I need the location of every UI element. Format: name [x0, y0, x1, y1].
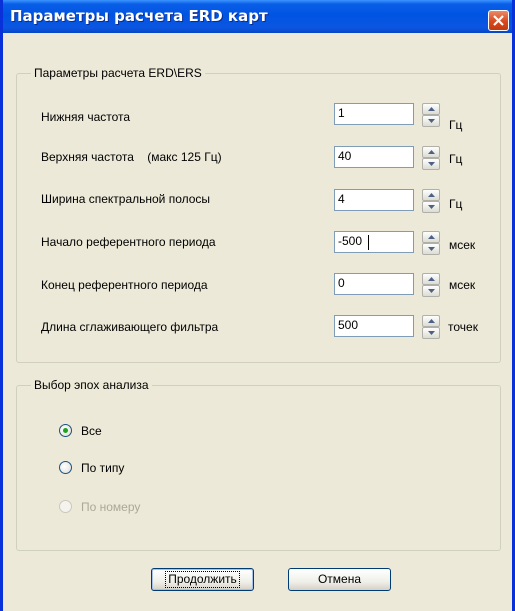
arrow-up-icon: [428, 235, 435, 239]
arrow-down-icon: [428, 162, 435, 166]
arrow-down-icon: [428, 119, 435, 123]
radio-all[interactable]: [59, 424, 72, 437]
filter-length-down-button[interactable]: [422, 327, 440, 339]
window-title: Параметры расчета ERD карт: [10, 7, 268, 25]
close-icon: [493, 15, 504, 26]
epoch-group-legend: Выбор эпох анализа: [31, 378, 152, 392]
ref-end-input[interactable]: 0: [334, 273, 414, 295]
dialog-window: Параметры расчета ERD карт Параметры рас…: [0, 0, 515, 611]
filter-length-input[interactable]: 500: [334, 315, 414, 337]
arrow-up-icon: [428, 319, 435, 323]
ref-end-spinner[interactable]: [422, 273, 440, 297]
bandwidth-up-button[interactable]: [422, 189, 440, 201]
arrow-up-icon: [428, 150, 435, 154]
radio-by-number-label: По номеру: [81, 500, 141, 514]
ref-start-spinner[interactable]: [422, 231, 440, 255]
filter-length-unit: точек: [448, 320, 478, 334]
ref-start-down-button[interactable]: [422, 243, 440, 255]
high-freq-unit: Гц: [449, 152, 463, 166]
high-freq-spinner[interactable]: [422, 146, 440, 170]
ref-end-label: Конец референтного периода: [41, 278, 208, 292]
continue-button[interactable]: Продолжить: [151, 568, 254, 591]
ref-start-up-button[interactable]: [422, 231, 440, 243]
low-freq-unit: Гц: [449, 118, 463, 132]
title-bar[interactable]: Параметры расчета ERD карт: [3, 0, 512, 33]
ref-start-label: Начало референтного периода: [41, 235, 216, 249]
ref-end-down-button[interactable]: [422, 285, 440, 297]
low-freq-input[interactable]: 1: [334, 103, 414, 125]
arrow-down-icon: [428, 289, 435, 293]
low-freq-up-button[interactable]: [422, 103, 440, 115]
bandwidth-input[interactable]: 4: [334, 189, 414, 211]
ref-start-unit: мсек: [449, 238, 476, 252]
bandwidth-label: Ширина спектральной полосы: [41, 192, 211, 206]
ref-start-input[interactable]: -500: [334, 231, 414, 253]
params-group-legend: Параметры расчета ERD\ERS: [31, 66, 205, 80]
high-freq-label: Верхняя частота (макс 125 Гц): [41, 150, 222, 164]
close-button[interactable]: [488, 10, 509, 31]
arrow-down-icon: [428, 247, 435, 251]
low-freq-down-button[interactable]: [422, 115, 440, 127]
low-freq-label: Нижняя частота: [41, 110, 131, 124]
bandwidth-spinner[interactable]: [422, 189, 440, 213]
radio-all-label[interactable]: Все: [81, 424, 102, 438]
radio-selected-dot: [63, 428, 68, 433]
arrow-down-icon: [428, 205, 435, 209]
ref-end-up-button[interactable]: [422, 273, 440, 285]
high-freq-down-button[interactable]: [422, 158, 440, 170]
arrow-up-icon: [428, 107, 435, 111]
arrow-up-icon: [428, 277, 435, 281]
continue-button-label: Продолжить: [165, 571, 240, 588]
arrow-up-icon: [428, 193, 435, 197]
filter-length-spinner[interactable]: [422, 315, 440, 339]
bandwidth-down-button[interactable]: [422, 201, 440, 213]
low-freq-spinner[interactable]: [422, 103, 440, 127]
radio-by-type-label[interactable]: По типу: [81, 461, 124, 475]
high-freq-up-button[interactable]: [422, 146, 440, 158]
radio-by-number: [59, 500, 72, 513]
filter-length-up-button[interactable]: [422, 315, 440, 327]
filter-length-label: Длина сглаживающего фильтра: [41, 320, 219, 334]
arrow-down-icon: [428, 331, 435, 335]
radio-by-type[interactable]: [59, 461, 72, 474]
ref-end-unit: мсек: [449, 278, 476, 292]
high-freq-input[interactable]: 40: [334, 146, 414, 168]
cancel-button[interactable]: Отмена: [288, 568, 391, 591]
bandwidth-unit: Гц: [449, 197, 463, 211]
